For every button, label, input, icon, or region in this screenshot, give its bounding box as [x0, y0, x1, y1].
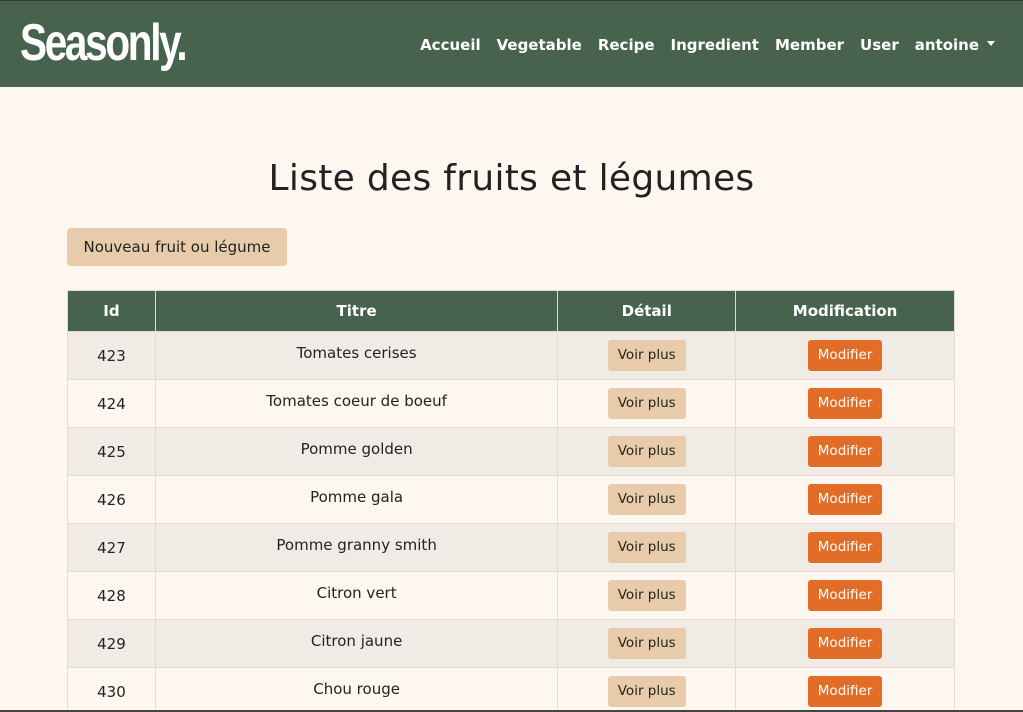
nav-link-member[interactable]: Member — [767, 34, 852, 56]
row-id: 424 — [97, 394, 126, 413]
top-navbar: Seasonly. Accueil Vegetable Recipe Ingre… — [0, 0, 1023, 87]
nav-links: Accueil Vegetable Recipe Ingredient Memb… — [412, 34, 1003, 56]
user-menu-label: antoine — [914, 36, 979, 54]
modifier-button[interactable]: Modifier — [808, 676, 883, 707]
nav-link-accueil[interactable]: Accueil — [412, 34, 489, 56]
cell-detail: Voir plus — [557, 331, 737, 380]
voir-plus-button[interactable]: Voir plus — [607, 532, 686, 563]
row-id: 425 — [97, 442, 126, 461]
cell-title: Pomme granny smith — [154, 523, 559, 572]
cell-detail: Voir plus — [557, 571, 737, 620]
row-title: Tomates coeur de boeuf — [266, 391, 447, 410]
row-title: Pomme gala — [310, 487, 404, 506]
row-id: 428 — [97, 586, 126, 605]
cell-id: 429 — [67, 619, 156, 668]
cell-modification: Modifier — [735, 475, 955, 524]
nav-link-user[interactable]: User — [852, 34, 907, 56]
cell-modification: Modifier — [735, 427, 955, 476]
cell-title: Citron vert — [154, 571, 559, 620]
row-title: Citron jaune — [310, 631, 403, 650]
table-header-row: Id Titre Détail Modification — [67, 290, 955, 332]
table-row: 427 Pomme granny smith Voir plus Modifier — [67, 523, 955, 572]
table-row: 430 Chou rouge Voir plus Modifier — [67, 667, 955, 712]
modifier-button[interactable]: Modifier — [808, 388, 883, 419]
row-id: 427 — [97, 538, 126, 557]
cell-modification: Modifier — [735, 571, 955, 620]
vegetables-table: Id Titre Détail Modification 423 Tomates … — [67, 290, 955, 712]
cell-modification: Modifier — [735, 379, 955, 428]
nav-link-recipe[interactable]: Recipe — [590, 34, 663, 56]
header-modification: Modification — [735, 290, 955, 332]
row-id: 430 — [97, 682, 126, 701]
table-row: 425 Pomme golden Voir plus Modifier — [67, 427, 955, 476]
voir-plus-button[interactable]: Voir plus — [607, 628, 686, 659]
table-row: 428 Citron vert Voir plus Modifier — [67, 571, 955, 620]
nav-link-ingredient[interactable]: Ingredient — [663, 34, 767, 56]
cell-id: 428 — [67, 571, 156, 620]
header-title: Titre — [154, 290, 559, 332]
row-title: Chou rouge — [313, 679, 400, 698]
cell-modification: Modifier — [735, 667, 955, 712]
cell-id: 424 — [67, 379, 156, 428]
cell-id: 427 — [67, 523, 156, 572]
cell-detail: Voir plus — [557, 667, 737, 712]
header-detail: Détail — [557, 290, 737, 332]
voir-plus-button[interactable]: Voir plus — [607, 388, 686, 419]
modifier-button[interactable]: Modifier — [808, 628, 883, 659]
table-row: 429 Citron jaune Voir plus Modifier — [67, 619, 955, 668]
cell-modification: Modifier — [735, 331, 955, 380]
cell-id: 430 — [67, 667, 156, 712]
table-row: 423 Tomates cerises Voir plus Modifier — [67, 331, 955, 380]
row-title: Pomme golden — [300, 439, 413, 458]
row-id: 429 — [97, 634, 126, 653]
cell-title: Tomates coeur de boeuf — [154, 379, 559, 428]
cell-id: 423 — [67, 331, 156, 380]
cell-modification: Modifier — [735, 619, 955, 668]
cell-detail: Voir plus — [557, 379, 737, 428]
cell-id: 426 — [67, 475, 156, 524]
modifier-button[interactable]: Modifier — [808, 532, 883, 563]
table-body: 423 Tomates cerises Voir plus Modifier 424 To… — [67, 331, 955, 712]
modifier-button[interactable]: Modifier — [808, 580, 883, 611]
cell-title: Tomates cerises — [154, 331, 559, 380]
header-id: Id — [67, 290, 156, 332]
brand-logo[interactable]: Seasonly. — [20, 13, 188, 73]
new-item-button[interactable]: Nouveau fruit ou légume — [67, 228, 287, 266]
row-title: Tomates cerises — [296, 343, 417, 362]
cell-id: 425 — [67, 427, 156, 476]
cell-detail: Voir plus — [557, 523, 737, 572]
table-row: 424 Tomates coeur de boeuf Voir plus Modifi… — [67, 379, 955, 428]
cell-modification: Modifier — [735, 523, 955, 572]
cell-title: Citron jaune — [154, 619, 559, 668]
user-menu-dropdown[interactable]: antoine — [907, 34, 1003, 56]
page-title: Liste des fruits et légumes — [268, 158, 755, 199]
row-id: 426 — [97, 490, 126, 509]
modifier-button[interactable]: Modifier — [808, 436, 883, 467]
cell-detail: Voir plus — [557, 619, 737, 668]
voir-plus-button[interactable]: Voir plus — [607, 436, 686, 467]
row-id: 423 — [97, 346, 126, 365]
voir-plus-button[interactable]: Voir plus — [607, 580, 686, 611]
voir-plus-button[interactable]: Voir plus — [607, 340, 686, 371]
row-title: Citron vert — [316, 583, 397, 602]
row-title: Pomme granny smith — [276, 535, 437, 554]
caret-down-icon — [987, 41, 995, 46]
cell-detail: Voir plus — [557, 427, 737, 476]
cell-title: Chou rouge — [154, 667, 559, 712]
table-row: 426 Pomme gala Voir plus Modifier — [67, 475, 955, 524]
cell-detail: Voir plus — [557, 475, 737, 524]
modifier-button[interactable]: Modifier — [808, 340, 883, 371]
voir-plus-button[interactable]: Voir plus — [607, 676, 686, 707]
nav-link-vegetable[interactable]: Vegetable — [489, 34, 590, 56]
cell-title: Pomme gala — [154, 475, 559, 524]
modifier-button[interactable]: Modifier — [808, 484, 883, 515]
cell-title: Pomme golden — [154, 427, 559, 476]
voir-plus-button[interactable]: Voir plus — [607, 484, 686, 515]
